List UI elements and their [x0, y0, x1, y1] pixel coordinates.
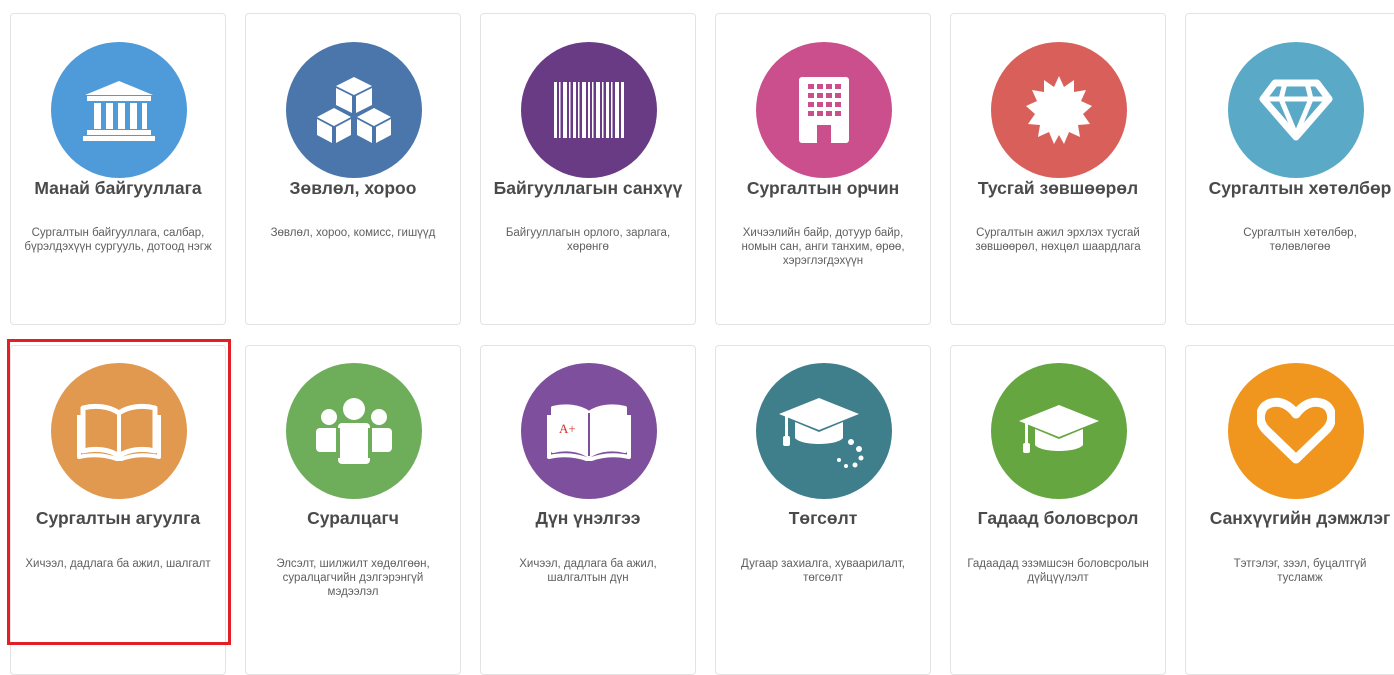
tile-description: Байгууллагын орлого, зарлага, хөрөнгө: [505, 227, 671, 253]
tile-foreign-education[interactable]: Гадаад боловсрол Гадаадад эзэмшсэн болов…: [950, 345, 1166, 675]
tile-description: Хичээл, дадлага ба ажил, шалгалт: [25, 558, 211, 570]
tile-title: Зөвлөл, хороо: [289, 178, 417, 198]
tile-grade-assessment[interactable]: A+ Дүн үнэлгээ Хичээл, дадлага ба ажил, …: [480, 345, 696, 675]
tile-title: Сургалтын хөтөлбөр: [1208, 178, 1392, 198]
tile-description: Дугаар захиалга, хуваарилалт, төгсөлт: [741, 558, 905, 584]
building-icon: [799, 77, 849, 143]
graduation-cap-icon: [1019, 405, 1099, 453]
tile-circle: [991, 42, 1127, 178]
book-open-icon: [77, 403, 161, 461]
tile-organization-finance[interactable]: Байгууллагын санхүү Байгууллагын орлого,…: [480, 13, 696, 325]
tile-description: Хичээл, дадлага ба ажил, шалгалтын дүн: [519, 558, 657, 584]
heart-icon: [1257, 397, 1335, 464]
tile-council-committee[interactable]: Зөвлөл, хороо Зөвлөл, хороо, комисс, гиш…: [245, 13, 461, 325]
tile-description: Сургалтын хөтөлбөр, төлөвлөгөө: [1243, 227, 1357, 253]
tile-title: Сургалтын агуулга: [35, 508, 201, 528]
tile-title: Дүн үнэлгээ: [535, 508, 641, 528]
tile-title: Гадаад боловсрол: [977, 508, 1139, 528]
institution-icon: [83, 81, 155, 141]
svg-text:A+: A+: [559, 421, 576, 436]
tile-title: Тусгай зөвшөөрөл: [977, 178, 1139, 198]
tile-learner[interactable]: Суралцагч Элсэлт, шилжилт хөдөлгөөн, сур…: [245, 345, 461, 675]
tile-circle: [51, 363, 187, 499]
tile-circle: [286, 42, 422, 178]
certificate-icon: [1026, 76, 1092, 144]
tile-our-organization[interactable]: Манай байгууллага Сургалтын байгууллага,…: [10, 13, 226, 325]
tile-circle: [521, 42, 657, 178]
tile-circle: [991, 363, 1127, 499]
tile-description: Элсэлт, шилжилт хөдөлгөөн, суралцагчийн …: [276, 558, 430, 598]
tile-circle: [1228, 42, 1364, 178]
tile-description: Зөвлөл, хороо, комисс, гишүүд: [270, 227, 436, 239]
tile-title: Санхүүгийн дэмжлэг: [1209, 508, 1391, 528]
barcode-icon: [554, 82, 624, 138]
tile-description: Хичээлийн байр, дотуур байр, номын сан, …: [741, 227, 905, 267]
tile-title: Байгууллагын санхүү: [493, 178, 683, 198]
tile-title: Суралцагч: [307, 508, 399, 528]
students-icon: [316, 398, 392, 464]
tile-title: Манай байгууллага: [34, 178, 202, 198]
tile-circle: [756, 363, 892, 499]
tile-curriculum[interactable]: Сургалтын хөтөлбөр Сургалтын хөтөлбөр, т…: [1185, 13, 1394, 325]
diamond-icon: [1259, 79, 1333, 141]
tile-title: Сургалтын орчин: [746, 178, 900, 198]
tile-description: Гадаадад эзэмшсэн боловсролын дүйцүүлэлт: [967, 558, 1149, 584]
tile-circle: [756, 42, 892, 178]
tile-circle: A+: [521, 363, 657, 499]
tile-description: Сургалтын ажил эрхлэх тусгай зөвшөөрөл, …: [975, 227, 1141, 253]
tile-learning-environment[interactable]: Сургалтын орчин Хичээлийн байр, дотуур б…: [715, 13, 931, 325]
graduation-spinner-icon: [779, 398, 864, 468]
tile-description: Сургалтын байгууллага, салбар, бүрэлдэхү…: [24, 227, 212, 253]
grade-book-icon: A+: [547, 404, 631, 461]
tile-circle: [1228, 363, 1364, 499]
cubes-icon: [317, 77, 391, 143]
tile-special-license[interactable]: Тусгай зөвшөөрөл Сургалтын ажил эрхлэх т…: [950, 13, 1166, 325]
tile-title: Төгсөлт: [788, 508, 858, 528]
tile-learning-content[interactable]: Сургалтын агуулга Хичээл, дадлага ба ажи…: [10, 345, 226, 675]
tile-graduation[interactable]: Төгсөлт Дугаар захиалга, хуваарилалт, тө…: [715, 345, 931, 675]
tile-description: Тэтгэлэг, зээл, буцалтгүй тусламж: [1233, 558, 1367, 584]
tile-financial-support[interactable]: Санхүүгийн дэмжлэг Тэтгэлэг, зээл, буцал…: [1185, 345, 1394, 675]
tile-circle: [286, 363, 422, 499]
tile-circle: [51, 42, 187, 178]
